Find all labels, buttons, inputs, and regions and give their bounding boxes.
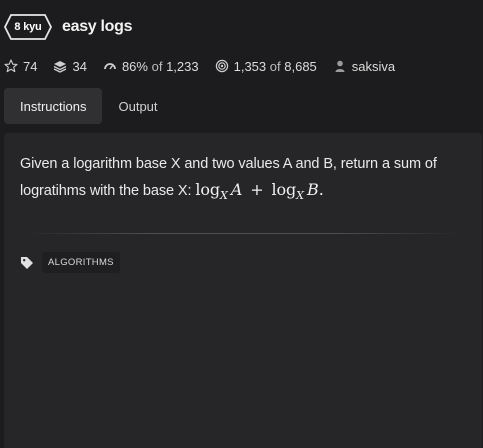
formula-period: . (318, 180, 324, 199)
layers-icon (53, 59, 67, 73)
tag-icon (21, 256, 33, 269)
kata-stats: 74 34 86% of 1,233 1,353 of 8,685 saksiv… (4, 57, 411, 75)
satisfaction-percent: 86% (121, 58, 148, 74)
tag-algorithms[interactable]: ALGORITHMS (42, 252, 120, 273)
tab-output[interactable]: Output (102, 88, 173, 124)
satisfaction-stat: 86% of 1,233 (103, 59, 199, 74)
formula-log-1: log (195, 180, 221, 199)
collections-stat[interactable]: 34 (53, 58, 87, 74)
formula-var-b: B (307, 180, 319, 199)
formula-base-1: X (220, 189, 228, 202)
formula: logX A + logX B. (195, 180, 324, 202)
tab-bar: Instructions Output (4, 88, 174, 124)
satisfaction-total: 1,233 (166, 58, 199, 74)
formula-plus: + (250, 180, 264, 199)
kata-title[interactable]: easy logs (62, 18, 133, 36)
kata-description: Given a logarithm base X and two values … (20, 151, 470, 209)
kata-header: 8 kyu easy logs (4, 12, 133, 42)
description-divider (24, 233, 460, 234)
tag-list: ALGORITHMS (20, 252, 120, 273)
formula-var-a: A (230, 180, 243, 199)
gauge-icon (103, 59, 117, 73)
tab-instructions[interactable]: Instructions (4, 88, 103, 124)
completed-stat: 1,353 of 8,685 (215, 59, 317, 74)
star-icon (4, 59, 18, 73)
rank-label: 8 kyu (14, 21, 42, 33)
instructions-panel: Given a logarithm base X and two values … (4, 133, 482, 448)
formula-base-2: X (296, 189, 304, 202)
stars-count: 74 (23, 58, 38, 74)
completed-count: 1,353 (233, 58, 267, 74)
author-stat[interactable]: saksiva (333, 59, 395, 74)
target-icon (215, 59, 229, 73)
satisfaction-of: of (151, 58, 163, 74)
rank-badge: 8 kyu (4, 13, 52, 41)
user-icon (333, 59, 347, 73)
completed-total: 8,685 (284, 58, 317, 74)
completed-of: of (269, 58, 281, 74)
formula-log-2: log (271, 180, 297, 199)
collections-count: 34 (72, 58, 87, 74)
author-name[interactable]: saksiva (352, 59, 395, 74)
stars-stat[interactable]: 74 (4, 59, 37, 74)
